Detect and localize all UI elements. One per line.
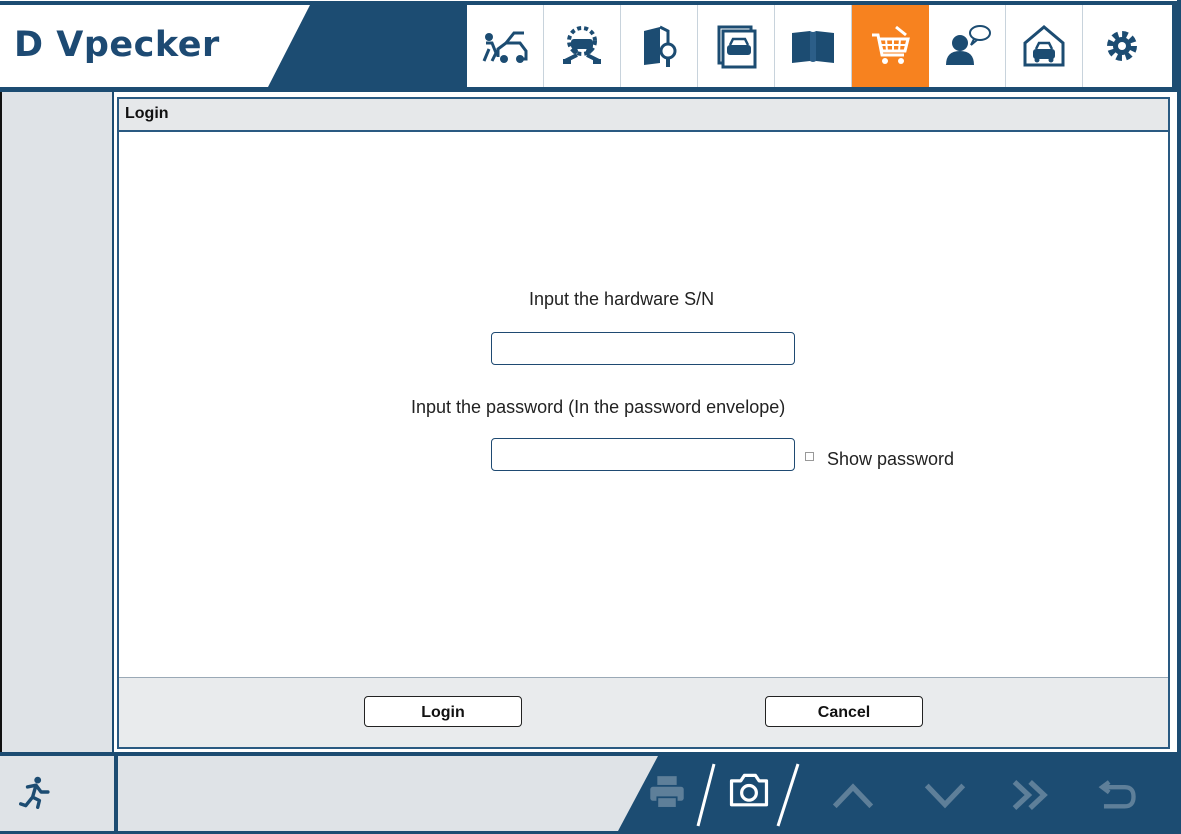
- logo-mark: D: [14, 25, 44, 65]
- cancel-button[interactable]: Cancel: [765, 696, 923, 727]
- back-button[interactable]: [1090, 772, 1144, 818]
- screenshot-button[interactable]: [722, 766, 776, 816]
- show-password-checkbox[interactable]: [805, 452, 814, 461]
- app-window: D Vpecker Login Input the hardware S/N I…: [0, 0, 1181, 834]
- bottom-bar: [0, 752, 1181, 834]
- toolbar-shopping-cart-button[interactable]: [852, 5, 929, 87]
- bottom-left-panel: [0, 756, 116, 831]
- right-edge: [1177, 0, 1181, 834]
- next-button[interactable]: [1004, 772, 1058, 818]
- password-input[interactable]: [491, 438, 795, 471]
- sn-label: Input the hardware S/N: [529, 289, 715, 309]
- book-icon: [792, 31, 834, 63]
- print-icon: [650, 776, 684, 809]
- garage-icon: [1023, 25, 1065, 67]
- left-edge: [0, 92, 2, 752]
- exit-run-icon: [19, 776, 50, 809]
- password-label: Input the password (In the password enve…: [411, 397, 786, 417]
- toolbar-settings-button[interactable]: [1083, 5, 1160, 87]
- toolbar-book-button[interactable]: [775, 5, 852, 87]
- exit-button[interactable]: [16, 772, 56, 812]
- car-service-icon: [563, 26, 601, 64]
- top-border: [0, 0, 1181, 1]
- show-password-label[interactable]: Show password: [827, 449, 954, 470]
- dialog-footer: Login Cancel: [119, 677, 1168, 747]
- camera-icon: [729, 773, 769, 807]
- scroll-down-button[interactable]: [918, 772, 972, 818]
- toolbar-garage-button[interactable]: [1006, 5, 1083, 87]
- dialog-header: Login: [119, 99, 1168, 132]
- toolbar-manual-search-button[interactable]: [621, 5, 698, 87]
- settings-gear-icon: [1106, 31, 1137, 61]
- toolbar-car-service-button[interactable]: [544, 5, 621, 87]
- toolbar-car-diagnosis-button[interactable]: [467, 5, 544, 87]
- bottom-separator: [694, 760, 718, 830]
- bottom-status-area: [118, 756, 658, 831]
- chevron-up-icon: [832, 783, 874, 809]
- manual-search-icon: [644, 25, 677, 67]
- chevron-down-icon: [924, 783, 966, 809]
- brand-logo: D Vpecker: [14, 25, 220, 65]
- car-diagnosis-icon: [482, 31, 528, 63]
- toolbar-user-feedback-button[interactable]: [929, 5, 1006, 87]
- login-button[interactable]: Login: [364, 696, 522, 727]
- toolbar-vehicle-display-button[interactable]: [698, 5, 775, 87]
- vehicle-display-icon: [717, 25, 757, 69]
- double-chevron-right-icon: [1012, 780, 1048, 810]
- brand-name: Vpecker: [56, 25, 220, 65]
- scroll-up-button[interactable]: [826, 772, 880, 818]
- shopping-cart-icon: [871, 25, 910, 64]
- print-button[interactable]: [642, 770, 692, 814]
- bottom-separator-2: [772, 760, 802, 830]
- top-bar: D Vpecker: [0, 0, 1181, 92]
- login-dialog: Login Input the hardware S/N Input the p…: [117, 97, 1170, 749]
- separator-slash-icon: [696, 763, 716, 827]
- sn-input[interactable]: [491, 332, 795, 365]
- toolbar: [467, 5, 1172, 87]
- separator-slash-icon-2: [776, 763, 800, 827]
- dialog-title: Login: [125, 105, 169, 122]
- logo-panel: D Vpecker: [0, 5, 310, 87]
- user-feedback-icon: [946, 25, 991, 65]
- back-icon: [1098, 780, 1136, 809]
- left-sidebar: [0, 92, 114, 752]
